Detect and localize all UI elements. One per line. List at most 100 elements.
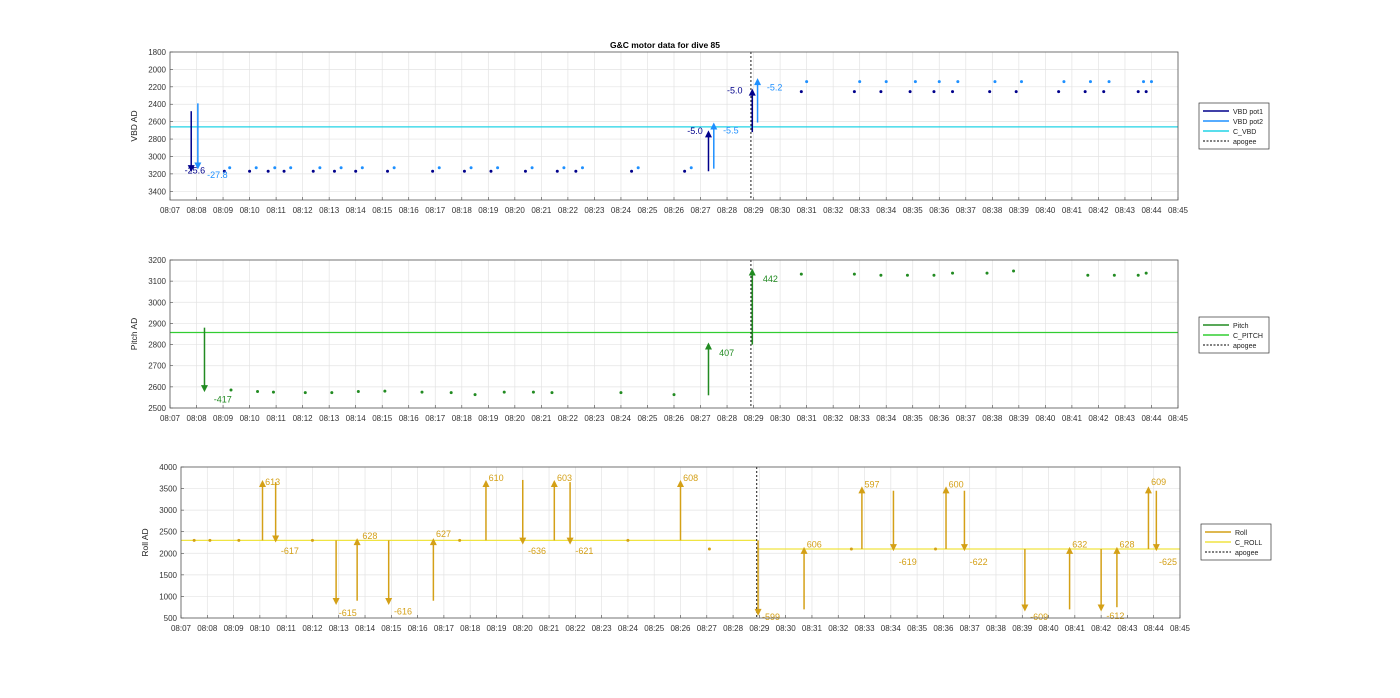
data-point [1136,90,1140,94]
chart-vbd: 08:07 08:08 08:09 08:10 08:11 08:12 08:13 08:14… [129,48,1270,215]
x-tick-label: 08:33 [850,206,871,215]
data-point [502,390,506,394]
arrow-label: 610 [489,473,504,483]
arrow-label: -619 [899,557,917,567]
x-tick-label: 08:07 [171,624,192,633]
arrow-label: -5.0 [727,85,743,95]
legend-label: apogee [1233,343,1256,350]
x-tick-label: 08:37 [960,624,981,633]
x-tick-label: 08:19 [478,206,499,215]
data-point [879,90,883,94]
legend-label: C_ROLL [1235,540,1262,547]
data-point [1012,269,1016,273]
x-tick-label: 08:42 [1091,624,1112,633]
x-tick-label: 08:19 [486,624,507,633]
x-tick-label: 08:10 [250,624,271,633]
x-tick-label: 08:18 [452,206,473,215]
x-tick-label: 08:33 [850,414,871,423]
data-point [192,538,196,542]
legend: Roll C_ROLLapogee [1200,523,1272,561]
data-point [951,90,955,94]
data-point [1019,80,1023,84]
data-point [237,538,241,542]
data-point [707,547,711,551]
data-point [386,169,390,173]
y-tick-label: 1500 [159,571,177,580]
x-tick-label: 08:34 [881,624,902,633]
arrow-label: -25.6 [185,165,206,175]
x-tick-label: 08:21 [531,414,552,423]
data-point [383,389,387,393]
data-point [489,169,493,173]
x-tick-label: 08:13 [319,206,340,215]
y-tick-label: 2800 [148,341,166,350]
x-tick-label: 08:35 [907,624,928,633]
data-point [1149,80,1153,84]
x-tick-label: 08:44 [1141,414,1162,423]
data-point [282,169,286,173]
data-point [993,80,997,84]
arrow-label: -625 [1159,557,1177,567]
legend-label: apogee [1233,139,1256,146]
data-point [303,391,307,395]
arrow-label: 609 [1151,477,1166,487]
x-tick-label: 08:20 [513,624,534,633]
data-point [630,169,634,173]
data-point [574,169,578,173]
x-tick-label: 08:23 [584,414,605,423]
y-tick-label: 3500 [159,485,177,494]
x-tick-label: 08:41 [1062,414,1083,423]
figure-title: G&C motor data for dive 85 [610,40,720,50]
data-point [636,166,640,170]
x-tick-label: 08:14 [346,414,367,423]
y-tick-label: 2500 [159,528,177,537]
x-tick-label: 08:43 [1115,414,1136,423]
y-tick-label: 3200 [148,170,166,179]
data-point [273,166,277,170]
data-point [469,166,473,170]
x-tick-label: 08:19 [478,414,499,423]
x-tick-label: 08:42 [1088,206,1109,215]
x-tick-label: 08:33 [855,624,876,633]
data-point [1142,80,1146,84]
data-point [354,169,358,173]
x-tick-label: 08:29 [744,414,765,423]
data-point [852,90,856,94]
data-point [1014,90,1018,94]
arrow-label: -609 [1030,612,1048,622]
data-point [1107,80,1111,84]
x-tick-label: 08:13 [329,624,350,633]
x-tick-label: 08:35 [903,414,924,423]
data-point [530,166,534,170]
data-point [805,80,809,84]
x-tick-label: 08:12 [293,414,314,423]
x-tick-label: 08:34 [876,414,897,423]
arrow-label: 613 [265,477,280,487]
y-tick-label: 500 [164,614,178,623]
data-point [1062,80,1066,84]
data-point [932,90,936,94]
legend-label: Roll [1235,530,1248,537]
x-tick-label: 08:11 [266,414,286,423]
x-tick-label: 08:08 [187,206,208,215]
x-tick-label: 08:25 [637,206,658,215]
x-tick-label: 08:22 [558,206,579,215]
data-point [449,391,453,395]
x-tick-label: 08:17 [434,624,455,633]
arrow-label: 628 [362,531,377,541]
data-point [580,166,584,170]
x-tick-label: 08:09 [213,414,234,423]
data-point [550,391,554,395]
arrow-label: 628 [1120,540,1135,550]
arrow-label: -417 [214,395,232,405]
x-tick-label: 08:16 [408,624,429,633]
data-point [458,538,462,542]
data-point [937,80,941,84]
chart-roll: 08:07 08:08 08:09 08:10 08:11 08:12 08:13 08:14… [140,463,1272,633]
data-point [985,271,989,275]
data-point [879,273,883,277]
data-point [672,393,676,397]
data-point [392,166,396,170]
x-tick-label: 08:45 [1168,414,1189,423]
x-tick-label: 08:23 [584,206,605,215]
